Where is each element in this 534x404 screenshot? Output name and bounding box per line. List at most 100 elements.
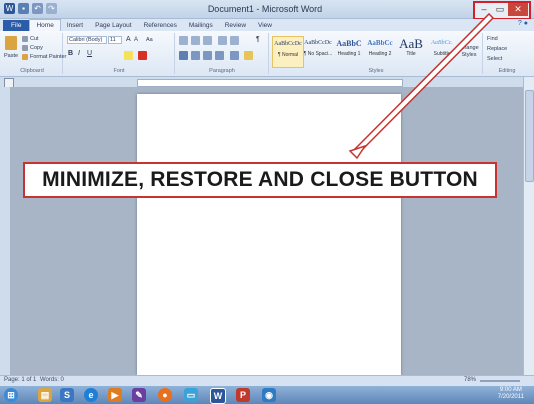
system-clock[interactable]: 9:00 AM 7/20/2011 (498, 387, 524, 401)
highlight-icon[interactable] (124, 51, 133, 60)
style-title-sample: AaB (399, 36, 423, 51)
style-heading-1[interactable]: AaBbC Heading 1 (334, 36, 364, 66)
tab-file[interactable]: File (3, 20, 30, 31)
style-subtitle[interactable]: AaBbCc. Subtitle (427, 36, 457, 66)
change-styles-button[interactable]: Change Styles (458, 45, 480, 59)
copy-icon[interactable] (22, 45, 28, 51)
redo-icon[interactable]: ↷ (46, 3, 57, 14)
bold-button[interactable]: B (68, 50, 73, 57)
style-normal-sample: AaBbCcDc (274, 41, 302, 47)
paste-icon[interactable] (5, 36, 17, 50)
word-taskbar-icon[interactable]: W (210, 388, 226, 404)
increase-indent-icon[interactable] (230, 36, 239, 45)
style-no-spacing-name: ¶ No Spaci... (303, 51, 333, 57)
app-icon[interactable]: ◉ (262, 388, 276, 402)
style-heading-1-name: Heading 1 (337, 51, 361, 57)
help-icon[interactable]: ? ● (518, 20, 528, 27)
ribbon-tabs: File Home Insert Page Layout References … (0, 19, 534, 31)
align-right-icon[interactable] (203, 51, 212, 60)
tab-home[interactable]: Home (29, 19, 61, 31)
horizontal-ruler[interactable] (137, 79, 403, 87)
align-left-icon[interactable] (179, 51, 188, 60)
italic-button[interactable]: I (78, 50, 80, 57)
undo-icon[interactable]: ↶ (32, 3, 43, 14)
tab-insert[interactable]: Insert (61, 20, 89, 31)
minimize-button[interactable]: – (476, 3, 492, 16)
grow-font-button[interactable]: A (126, 36, 131, 43)
shrink-font-button[interactable]: A (134, 37, 138, 43)
word-icon[interactable]: W (4, 3, 15, 14)
scroll-thumb[interactable] (525, 90, 534, 182)
find-button[interactable]: Find (487, 36, 498, 42)
paragraph-label: Paragraph (209, 68, 235, 74)
select-button[interactable]: Select (487, 56, 502, 62)
clock-time: 9:00 AM (499, 387, 522, 393)
tab-page-layout[interactable]: Page Layout (89, 20, 138, 31)
format-painter-icon[interactable] (22, 54, 28, 60)
cut-button[interactable]: Cut (30, 36, 39, 42)
style-title-name: Title (406, 51, 416, 57)
font-label: Font (113, 68, 125, 74)
format-painter-button[interactable]: Format Painter (30, 54, 66, 60)
window-title: Document1 - Microsoft Word (207, 4, 323, 14)
close-button[interactable]: ✕ (508, 3, 528, 16)
style-heading-1-sample: AaBbC (336, 39, 362, 48)
media-player-icon[interactable]: ▶ (108, 388, 122, 402)
style-heading-2-name: Heading 2 (368, 51, 392, 57)
underline-button[interactable]: U (87, 50, 92, 57)
font-color-icon[interactable] (138, 51, 147, 60)
styles-label: Styles (368, 68, 384, 74)
copy-button[interactable]: Copy (30, 45, 43, 51)
tab-mailings[interactable]: Mailings (183, 20, 219, 31)
show-marks-button[interactable]: ¶ (256, 36, 260, 43)
editing-label: Editing (498, 68, 516, 74)
annotation-callout: MINIMIZE, RESTORE AND CLOSE BUTTON (23, 162, 497, 198)
tab-view[interactable]: View (252, 20, 278, 31)
restore-button[interactable]: ▭ (492, 3, 508, 16)
clipboard-label: Clipboard (20, 68, 44, 74)
folder-icon[interactable]: ▭ (184, 388, 198, 402)
cut-icon[interactable] (22, 36, 28, 42)
style-subtitle-sample: AaBbCc. (431, 40, 453, 46)
vertical-ruler[interactable] (0, 87, 10, 375)
explorer-icon[interactable]: ▤ (38, 388, 52, 402)
bullets-icon[interactable] (179, 36, 188, 45)
paste-button[interactable]: Paste (4, 53, 18, 59)
font-name-select[interactable]: Calibri (Body) (67, 36, 107, 44)
style-title[interactable]: AaB Title (396, 36, 426, 66)
paragraph-group: ¶ Paragraph (176, 33, 269, 74)
numbering-icon[interactable] (191, 36, 200, 45)
tab-references[interactable]: References (138, 20, 183, 31)
firefox-icon[interactable]: ● (158, 388, 172, 402)
skype-icon[interactable]: S (60, 388, 74, 402)
style-heading-2[interactable]: AaBbCc Heading 2 (365, 36, 395, 66)
word-count[interactable]: Words: 0 (40, 377, 64, 383)
tab-review[interactable]: Review (219, 20, 252, 31)
decrease-indent-icon[interactable] (218, 36, 227, 45)
callout-text: MINIMIZE, RESTORE AND CLOSE BUTTON (42, 168, 478, 191)
line-spacing-icon[interactable] (230, 51, 239, 60)
editing-group: Find Replace Select Editing (484, 33, 530, 74)
save-icon[interactable]: ▪ (18, 3, 29, 14)
justify-icon[interactable] (215, 51, 224, 60)
shading-icon[interactable] (244, 51, 253, 60)
clipboard-group: Paste Cut Copy Format Painter Clipboard (2, 33, 66, 74)
replace-button[interactable]: Replace (487, 46, 507, 52)
paint-icon[interactable]: ✎ (132, 388, 146, 402)
document-page[interactable] (137, 94, 401, 375)
quick-access-toolbar: W ▪ ↶ ↷ (4, 3, 57, 15)
style-heading-2-sample: AaBbCc (367, 39, 393, 47)
style-normal[interactable]: AaBbCcDc ¶ Normal (272, 36, 304, 68)
styles-group: AaBbCcDc ¶ Normal AaBbCcDc ¶ No Spaci...… (270, 33, 483, 74)
page-count[interactable]: Page: 1 of 1 (4, 377, 36, 383)
font-size-select[interactable]: 11 (108, 36, 122, 44)
align-center-icon[interactable] (191, 51, 200, 60)
multilevel-list-icon[interactable] (203, 36, 212, 45)
style-no-spacing[interactable]: AaBbCcDc ¶ No Spaci... (303, 36, 333, 66)
powerpoint-icon[interactable]: P (236, 388, 250, 402)
start-button[interactable]: ⊞ (4, 388, 18, 402)
zoom-level[interactable]: 78% (464, 377, 476, 383)
ie-icon[interactable]: e (84, 388, 98, 402)
zoom-slider[interactable] (480, 380, 520, 382)
change-case-button[interactable]: Aa (146, 37, 153, 43)
